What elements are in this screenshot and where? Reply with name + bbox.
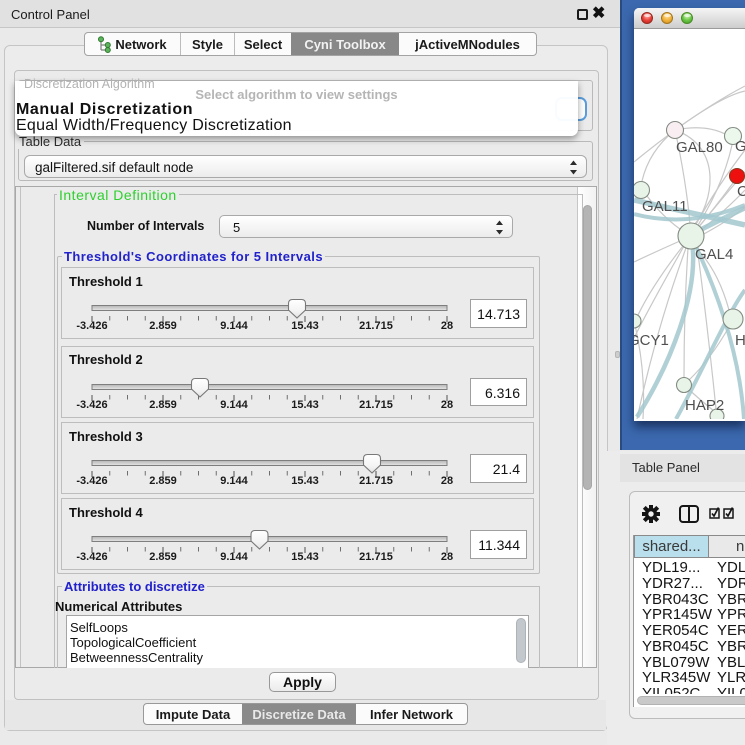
svg-text:GAL11: GAL11 xyxy=(642,198,688,215)
svg-text:HAP2: HAP2 xyxy=(685,397,724,414)
svg-text:G.: G. xyxy=(735,138,745,155)
svg-text:C: C xyxy=(737,183,745,200)
svg-text:GAL4: GAL4 xyxy=(695,246,733,263)
svg-text:GCY1: GCY1 xyxy=(634,332,669,349)
svg-text:H: H xyxy=(735,332,745,349)
svg-text:GAL80: GAL80 xyxy=(676,139,723,156)
